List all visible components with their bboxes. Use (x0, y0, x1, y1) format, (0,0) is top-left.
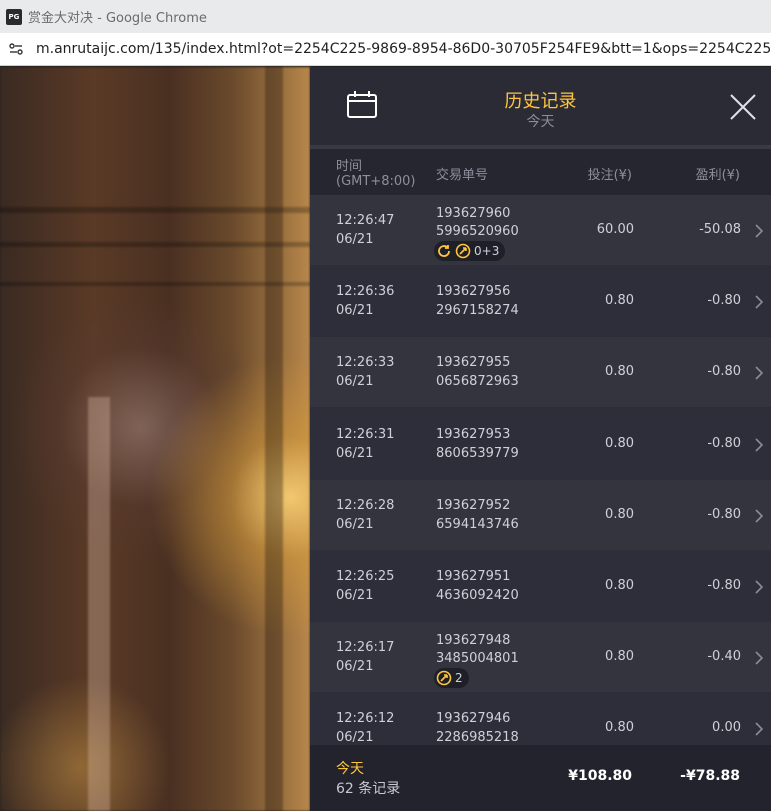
row-profit: -0.80 (707, 506, 741, 522)
total-profit: -¥78.88 (680, 768, 740, 784)
row-transaction-id: 193627953 (436, 426, 511, 442)
col-profit: 盈利(¥) (695, 168, 740, 183)
feature-badge: 0+3 (434, 241, 506, 261)
history-list: 12:26:47 06/21 193627960 5996520960 60.00 -50… (310, 195, 771, 745)
row-transaction-id: 193627951 (436, 569, 511, 584)
chevron-right-icon (755, 509, 764, 523)
summary-footer: 今天 62 条记录 ¥108.80 -¥78.88 (310, 745, 771, 811)
footer-period: 今天 (336, 761, 364, 777)
row-profit: -50.08 (699, 222, 741, 237)
respin-icon (436, 243, 455, 259)
row-transaction-id: 193627956 (436, 284, 511, 300)
total-bet: ¥108.80 (568, 768, 632, 784)
history-row[interactable]: 12:26:17 06/21 193627948 3485004801 0.80 -0.4… (310, 622, 771, 693)
chevron-right-icon (755, 295, 764, 309)
history-panel: 历史记录 今天 时间 (GMT+8:00) 交易单号 投注(¥) 盈利(¥) 1… (310, 67, 771, 811)
badge-count: 2 (455, 671, 463, 686)
col-bet: 投注(¥) (587, 168, 632, 183)
row-transaction-id-2: 0656872963 (436, 374, 519, 390)
row-transaction-id-2: 2286985218 (436, 730, 519, 745)
chevron-right-icon (755, 722, 764, 736)
chevron-right-icon (755, 366, 764, 380)
row-bet: 0.80 (605, 649, 634, 665)
feature-badge: 2 (434, 668, 469, 689)
row-transaction-id: 193627955 (436, 355, 511, 371)
row-transaction-id-2: 3485004801 (436, 651, 519, 667)
panel-header: 历史记录 今天 (310, 67, 771, 145)
panel-subtitle: 今天 (526, 114, 555, 130)
row-profit: -0.40 (707, 649, 741, 665)
row-transaction-id-2: 8606539779 (436, 445, 519, 461)
row-date: 06/21 (336, 303, 374, 319)
free-spin-icon (436, 670, 455, 686)
row-bet: 0.80 (605, 293, 634, 309)
history-row[interactable]: 12:26:36 06/21 193627956 2967158274 0.80 -0.8… (310, 266, 771, 337)
row-transaction-id-2: 6594143746 (436, 516, 519, 532)
row-time: 12:26:25 (336, 569, 395, 584)
row-transaction-id: 193627948 (436, 633, 511, 649)
row-profit: 0.00 (712, 720, 741, 736)
badge-count: 0+3 (474, 244, 500, 258)
history-row[interactable]: 12:26:33 06/21 193627955 0656872963 0.80 -0.8… (310, 337, 771, 408)
row-transaction-id: 193627960 (436, 206, 511, 221)
row-transaction-id: 193627952 (436, 497, 511, 513)
row-profit: -0.80 (707, 364, 741, 380)
row-date: 06/21 (336, 659, 374, 675)
row-time: 12:26:12 (336, 711, 395, 727)
close-icon[interactable] (728, 92, 758, 122)
row-time: 12:26:17 (336, 640, 395, 656)
row-time: 12:26:28 (336, 497, 395, 513)
history-row[interactable]: 12:26:31 06/21 193627953 8606539779 0.80 -0.8… (310, 408, 771, 479)
panel-title: 历史记录 (504, 91, 577, 112)
pg-favicon-icon: PG (6, 8, 22, 25)
row-bet: 0.80 (605, 364, 634, 380)
row-time: 12:26:36 (336, 284, 395, 300)
chevron-right-icon (755, 438, 764, 452)
row-transaction-id-2: 5996520960 (436, 224, 519, 239)
col-time-zone: (GMT+8:00) (336, 174, 416, 189)
record-count: 62 条记录 (336, 781, 401, 797)
row-profit: -0.80 (707, 435, 741, 451)
row-bet: 60.00 (596, 222, 634, 237)
row-date: 06/21 (336, 516, 374, 532)
window-title: 赏金大对决 - Google Chrome (28, 11, 207, 26)
row-date: 06/21 (336, 445, 374, 461)
row-date: 06/21 (336, 588, 374, 603)
game-background (0, 67, 310, 811)
row-transaction-id-2: 4636092420 (436, 588, 519, 603)
row-profit: -0.80 (707, 578, 741, 593)
history-row[interactable]: 12:26:25 06/21 193627951 4636092420 0.80 -0.8… (310, 551, 771, 621)
site-info-icon[interactable] (8, 41, 24, 57)
col-transaction: 交易单号 (436, 168, 489, 183)
row-date: 06/21 (336, 730, 374, 745)
row-date: 06/21 (336, 232, 374, 247)
chevron-right-icon (755, 224, 764, 238)
history-row[interactable]: 12:26:47 06/21 193627960 5996520960 60.00 -50… (310, 195, 771, 265)
row-time: 12:26:47 (336, 213, 395, 228)
history-row[interactable]: 12:26:12 06/21 193627946 2286985218 0.80 0.00 (310, 693, 771, 745)
url-text[interactable]: m.anrutaijc.com/135/index.html?ot=2254C2… (36, 41, 771, 57)
row-bet: 0.80 (605, 720, 634, 736)
row-bet: 0.80 (605, 435, 634, 451)
history-row[interactable]: 12:26:28 06/21 193627952 6594143746 0.80 -0.8… (310, 479, 771, 550)
row-transaction-id: 193627946 (436, 711, 511, 727)
row-transaction-id-2: 2967158274 (436, 303, 519, 319)
row-profit: -0.80 (707, 293, 741, 309)
free-spin-icon (455, 243, 474, 259)
row-date: 06/21 (336, 374, 374, 390)
col-time: 时间 (336, 159, 363, 174)
row-time: 12:26:33 (336, 355, 395, 371)
row-time: 12:26:31 (336, 426, 395, 442)
row-bet: 0.80 (605, 578, 634, 593)
row-bet: 0.80 (605, 506, 634, 522)
address-bar[interactable]: m.anrutaijc.com/135/index.html?ot=2254C2… (0, 33, 771, 66)
chevron-right-icon (755, 580, 764, 594)
chevron-right-icon (755, 651, 764, 665)
browser-titlebar: PG 赏金大对决 - Google Chrome (0, 0, 771, 33)
column-header: 时间 (GMT+8:00) 交易单号 投注(¥) 盈利(¥) (310, 149, 771, 195)
